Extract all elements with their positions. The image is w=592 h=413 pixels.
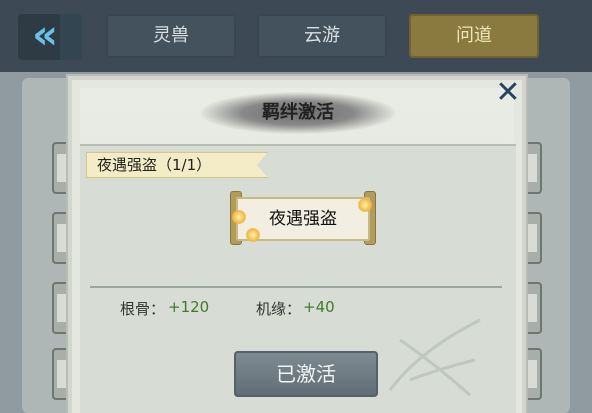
double-chevron-left-icon: « <box>32 12 58 58</box>
stat-label-jiyuan: 机缘： <box>256 300 302 318</box>
bond-tag: 夜遇强盗（1/1） <box>86 152 268 178</box>
tab-yunyou[interactable]: 云游 <box>257 14 387 58</box>
close-icon: ✕ <box>495 75 521 110</box>
tab-wendao[interactable]: 问道 <box>409 14 539 58</box>
stat-value-gengu: +120 <box>168 298 210 316</box>
tab-lingshou[interactable]: 灵兽 <box>106 14 236 58</box>
flame-icon <box>358 198 372 212</box>
stat-value-jiyuan: +40 <box>303 298 335 316</box>
close-button[interactable]: ✕ <box>492 78 524 108</box>
flame-icon <box>246 228 260 242</box>
divider <box>90 286 502 288</box>
dialog-title: 羁绊激活 <box>262 102 334 123</box>
activated-button[interactable]: 已激活 <box>234 351 378 397</box>
back-button[interactable]: « <box>18 12 82 60</box>
bamboo-decoration <box>388 318 481 397</box>
stat-label-gengu: 根骨： <box>120 300 166 318</box>
flame-icon <box>232 210 246 224</box>
